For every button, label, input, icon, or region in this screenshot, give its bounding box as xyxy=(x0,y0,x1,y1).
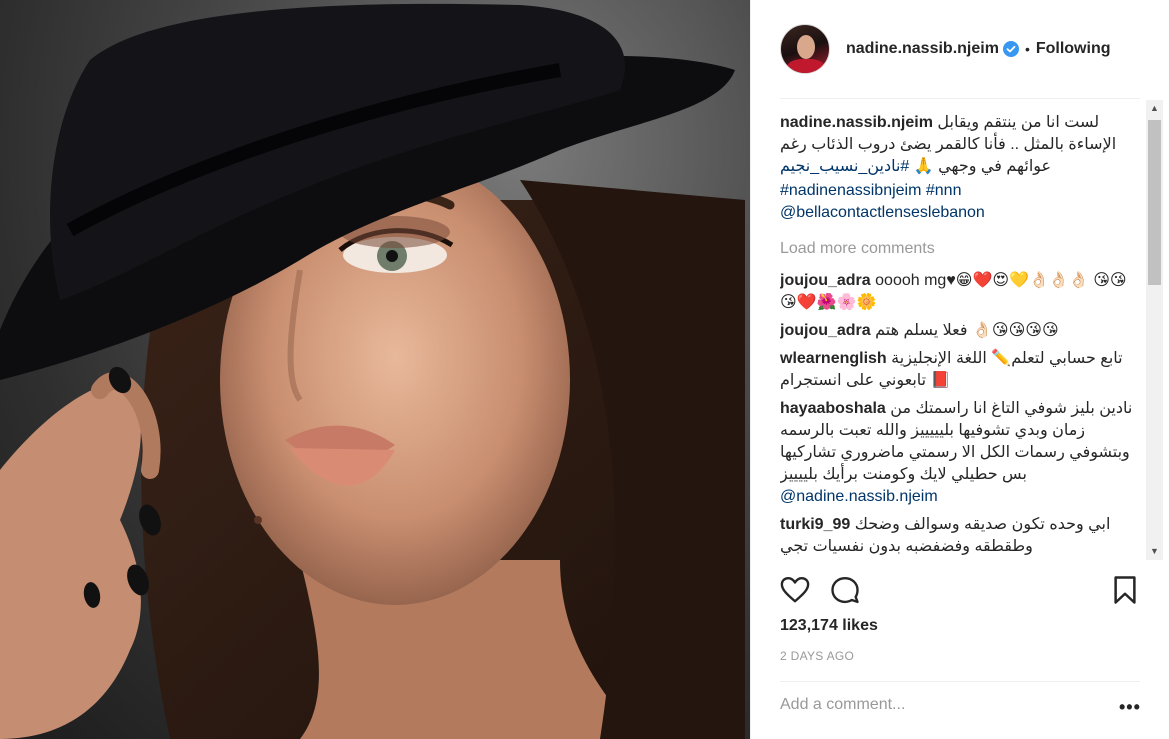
verified-badge-icon xyxy=(1002,41,1019,57)
post-date: 2 DAYS AGO xyxy=(780,649,855,663)
comment-username[interactable]: hayaaboshala xyxy=(780,400,886,417)
comment-username[interactable]: wlearnenglish xyxy=(780,350,887,367)
comment-username[interactable]: joujou_adra xyxy=(780,322,871,339)
comments-scrollbar[interactable]: ▲ ▼ xyxy=(1146,100,1163,560)
action-bar xyxy=(780,575,1140,605)
comment-item: joujou_adra ooooh mg♥😁❤️😍💛👌🏻👌🏻👌🏻 😘😘😘❤️🌺🌸… xyxy=(780,270,1142,314)
comment-mention[interactable]: @nadine.nassib.njeim xyxy=(780,488,938,505)
comment-item: joujou_adra فعلا يسلم هتم 👌🏻😘😘😘😘 xyxy=(780,320,1142,342)
caption-hashtags[interactable]: #nadinenassibnjeim #nnn xyxy=(780,180,1142,202)
comment-item: turki9_99 ابي وحده تكون صديقه وسوالف وضح… xyxy=(780,514,1142,558)
more-options-icon[interactable]: ••• xyxy=(1119,697,1141,718)
caption-hashtag-ar[interactable]: #نادين_نسيب_نجيم xyxy=(780,158,909,175)
avatar[interactable] xyxy=(780,24,830,74)
following-button[interactable]: Following xyxy=(1036,40,1111,58)
comment-username[interactable]: joujou_adra xyxy=(780,272,871,289)
comments-list: nadine.nassib.njeim لست انا من ينتقم ويق… xyxy=(780,112,1142,562)
author-username[interactable]: nadine.nassib.njeim xyxy=(846,40,999,58)
caption-username[interactable]: nadine.nassib.njeim xyxy=(780,114,933,131)
bookmark-icon[interactable] xyxy=(1112,575,1138,605)
header-divider xyxy=(780,98,1140,99)
comment-item: wlearnenglish تابع حسابي لتعلم✏️ اللغة ا… xyxy=(780,348,1142,392)
comment-text: فعلا يسلم هتم 👌🏻😘😘😘😘 xyxy=(875,322,1059,339)
add-comment-input[interactable]: Add a comment... xyxy=(780,696,905,714)
portrait-illustration xyxy=(0,3,746,739)
comment-username[interactable]: turki9_99 xyxy=(780,516,850,533)
post-header: nadine.nassib.njeim • Following xyxy=(780,23,1140,75)
scroll-down-arrow-icon[interactable]: ▼ xyxy=(1146,543,1163,560)
comment-item: hayaaboshala نادين بليز شوفي التاغ انا ر… xyxy=(780,398,1142,508)
likes-count[interactable]: 123,174 likes xyxy=(780,617,878,635)
load-more-comments[interactable]: Load more comments xyxy=(780,238,1142,260)
heart-icon[interactable] xyxy=(780,575,810,605)
post-side-panel: nadine.nassib.njeim • Following nadine.n… xyxy=(750,0,1169,739)
caption-mention[interactable]: @bellacontactlenseslebanon xyxy=(780,202,1142,224)
post-photo[interactable] xyxy=(0,0,750,739)
comment-icon[interactable] xyxy=(830,575,860,605)
scrollbar-thumb[interactable] xyxy=(1148,120,1161,285)
footer-divider xyxy=(780,681,1140,682)
caption: nadine.nassib.njeim لست انا من ينتقم ويق… xyxy=(780,112,1142,178)
separator-dot: • xyxy=(1024,41,1030,57)
scroll-up-arrow-icon[interactable]: ▲ xyxy=(1146,100,1163,117)
